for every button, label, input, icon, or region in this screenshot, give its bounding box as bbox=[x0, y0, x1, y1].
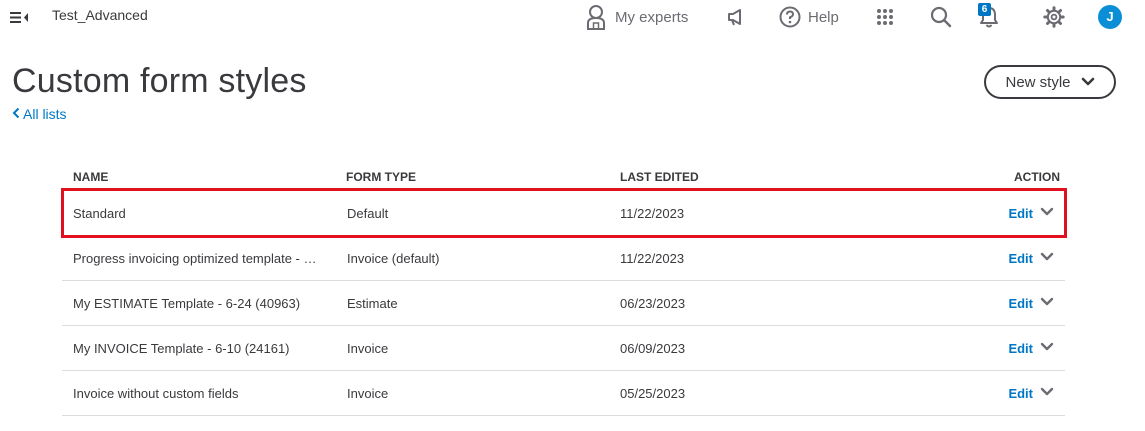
table-row: My INVOICE Template - 6-10 (24161) Invoi… bbox=[62, 325, 1065, 370]
top-bar: Test_Advanced My experts Help 6 J bbox=[0, 0, 1145, 34]
chevron-down-icon[interactable] bbox=[1039, 249, 1055, 265]
row-name: My INVOICE Template - 6-10 (24161) bbox=[73, 341, 290, 356]
new-style-label: New style bbox=[1005, 73, 1071, 91]
row-last-edited: 06/23/2023 bbox=[620, 296, 686, 311]
row-form-type: Invoice bbox=[347, 341, 389, 356]
row-form-type: Default bbox=[347, 206, 389, 221]
apps-grid-button[interactable] bbox=[875, 4, 895, 30]
column-header-last-edited[interactable]: LAST EDITED bbox=[620, 170, 699, 184]
all-lists-label: All lists bbox=[23, 106, 67, 122]
page-title: Custom form styles bbox=[12, 62, 307, 100]
table-row: My ESTIMATE Template - 6-24 (40963) Esti… bbox=[62, 280, 1065, 325]
chevron-down-icon[interactable] bbox=[1039, 204, 1055, 220]
table-row: Standard Default 11/22/2023 Edit bbox=[62, 190, 1065, 235]
gear-icon bbox=[1043, 6, 1065, 28]
search-icon bbox=[930, 6, 952, 28]
announcements-button[interactable] bbox=[726, 4, 746, 30]
row-name: Standard bbox=[73, 206, 126, 221]
edit-link[interactable]: Edit bbox=[1008, 251, 1033, 266]
table-row: Progress invoicing optimized template - … bbox=[62, 235, 1065, 280]
person-icon bbox=[585, 4, 607, 30]
help-button[interactable]: Help bbox=[779, 4, 839, 30]
edit-link[interactable]: Edit bbox=[1008, 386, 1033, 401]
settings-button[interactable] bbox=[1043, 4, 1065, 30]
all-lists-link[interactable]: All lists bbox=[12, 106, 67, 122]
chevron-down-icon[interactable] bbox=[1039, 294, 1055, 310]
notification-count-badge: 6 bbox=[978, 3, 991, 16]
row-form-type: Invoice bbox=[347, 386, 389, 401]
row-form-type: Estimate bbox=[347, 296, 398, 311]
chevron-down-icon[interactable] bbox=[1039, 384, 1055, 400]
chevron-down-icon[interactable] bbox=[1039, 339, 1055, 355]
grid-icon bbox=[875, 7, 895, 27]
column-header-form-type[interactable]: FORM TYPE bbox=[346, 170, 416, 184]
row-name: My ESTIMATE Template - 6-24 (40963) bbox=[73, 296, 301, 311]
column-header-name[interactable]: NAME bbox=[73, 170, 108, 184]
new-style-button[interactable]: New style bbox=[984, 65, 1116, 99]
my-experts-button[interactable]: My experts bbox=[585, 4, 688, 30]
user-avatar[interactable]: J bbox=[1098, 5, 1122, 29]
megaphone-icon bbox=[726, 7, 746, 27]
chevron-left-icon bbox=[12, 106, 23, 122]
row-last-edited: 11/22/2023 bbox=[620, 206, 685, 221]
row-last-edited: 05/25/2023 bbox=[620, 386, 686, 401]
column-header-action: ACTION bbox=[1014, 170, 1060, 184]
my-experts-label: My experts bbox=[615, 8, 689, 26]
row-last-edited: 11/22/2023 bbox=[620, 251, 685, 266]
menu-toggle-icon[interactable] bbox=[9, 8, 31, 26]
row-form-type: Invoice (default) bbox=[347, 251, 440, 266]
edit-link[interactable]: Edit bbox=[1008, 206, 1033, 221]
edit-link[interactable]: Edit bbox=[1008, 296, 1033, 311]
row-name: Invoice without custom fields bbox=[73, 386, 239, 401]
row-name: Progress invoicing optimized template - … bbox=[73, 251, 317, 266]
chevron-down-icon bbox=[1071, 74, 1095, 91]
form-styles-table: NAME FORM TYPE LAST EDITED ACTION Standa… bbox=[62, 160, 1065, 416]
table-header: NAME FORM TYPE LAST EDITED ACTION bbox=[62, 160, 1065, 190]
company-name: Test_Advanced bbox=[52, 7, 148, 23]
row-last-edited: 06/09/2023 bbox=[620, 341, 686, 356]
search-button[interactable] bbox=[930, 4, 952, 30]
edit-link[interactable]: Edit bbox=[1008, 341, 1033, 356]
table-row: Invoice without custom fields Invoice 05… bbox=[62, 370, 1065, 416]
help-label: Help bbox=[808, 8, 839, 26]
question-circle-icon bbox=[779, 6, 801, 28]
